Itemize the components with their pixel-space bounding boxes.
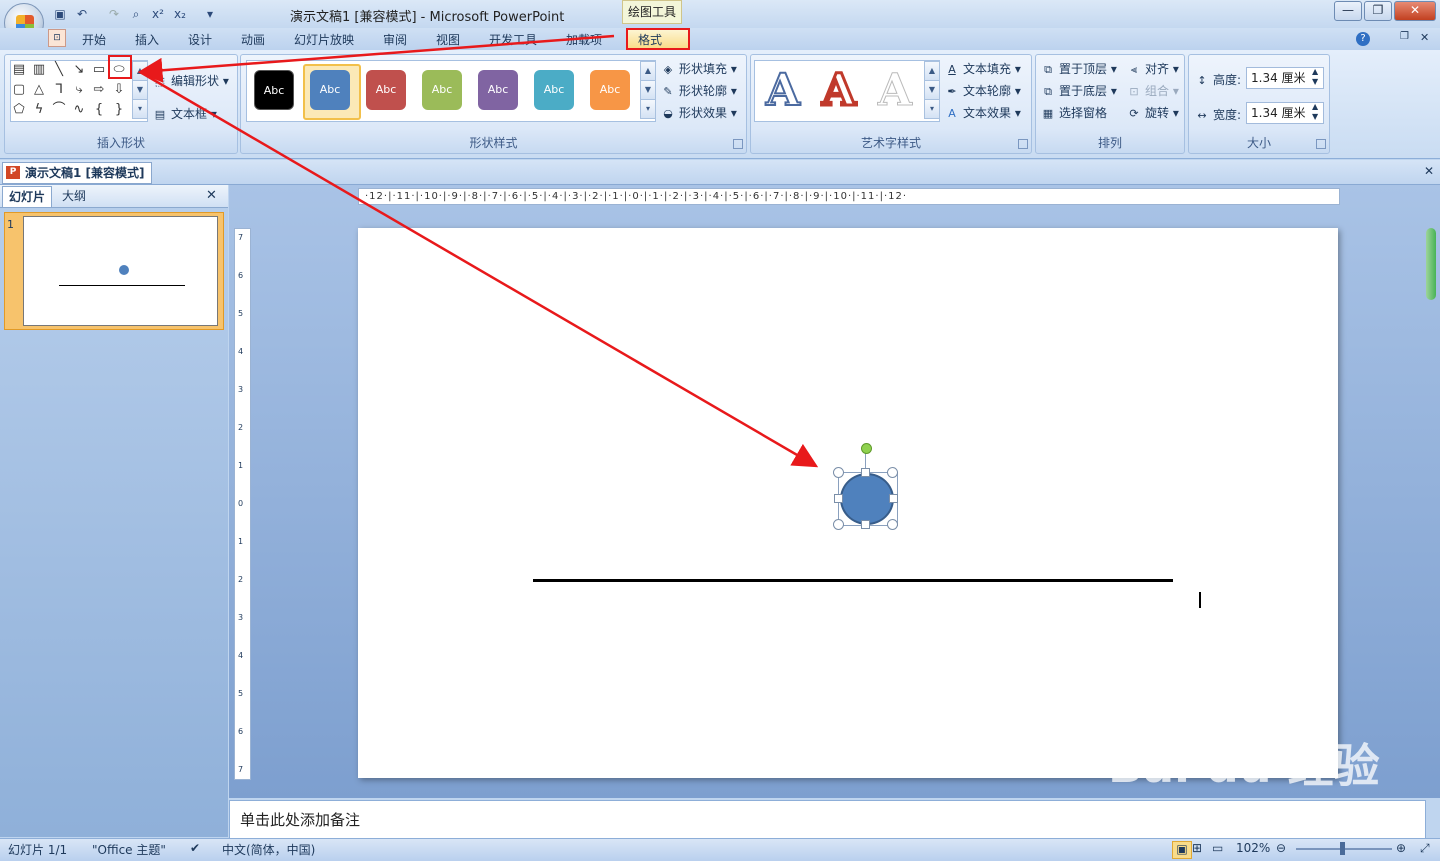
zoom-out-icon[interactable]: ⊖ xyxy=(1276,841,1286,855)
baidu-watermark-url: jingyan.baidu.com xyxy=(1110,800,1295,824)
annotation-arrow-to-oval xyxy=(137,34,615,83)
status-bar xyxy=(0,838,1440,861)
zoom-in-icon[interactable]: ⊕ xyxy=(1396,841,1406,855)
language-indicator[interactable]: 中文(简体，中国) xyxy=(222,841,315,858)
fit-to-window-icon[interactable]: ⤢ xyxy=(1420,841,1430,856)
slideshow-view-icon[interactable]: ▭ xyxy=(1212,841,1223,855)
theme-name: "Office 主题" xyxy=(92,843,166,857)
notes-placeholder: 单击此处添加备注 xyxy=(240,811,361,829)
slide-sorter-icon[interactable]: ⊞ xyxy=(1192,841,1202,855)
baidu-watermark-logo: Bai du 经验 xyxy=(1108,739,1380,793)
annotation-arrow-to-circle xyxy=(139,70,819,468)
zoom-slider-thumb[interactable] xyxy=(1340,842,1345,855)
normal-view-icon[interactable]: ▣ xyxy=(1172,841,1192,859)
zoom-level[interactable]: 102% xyxy=(1236,841,1270,855)
spellcheck-icon[interactable]: ✔ xyxy=(190,841,200,855)
slide-counter: 幻灯片 1/1 xyxy=(8,843,68,857)
